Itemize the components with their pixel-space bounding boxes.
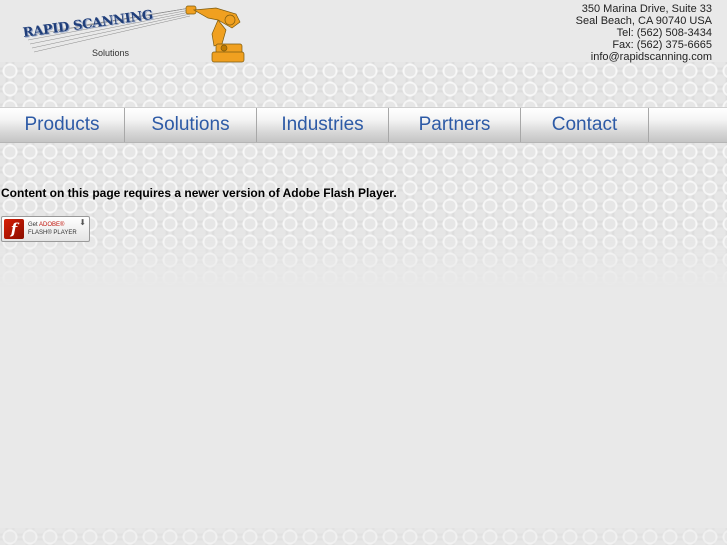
logo-subtitle: Solutions (92, 48, 130, 58)
address-tel: Tel: (562) 508-3434 (616, 27, 712, 39)
main-navigation: Products Solutions Industries Partners C… (0, 107, 727, 143)
background-pattern-bottom (0, 528, 727, 545)
get-flash-player-button[interactable]: f Get ADOBE® FLASH® PLAYER ⬇ (1, 216, 90, 242)
address-line-1: 350 Marina Drive, Suite 33 (581, 3, 712, 15)
background-pattern-middle (0, 143, 727, 288)
address-fax: Fax: (562) 375-6665 (612, 39, 712, 51)
flash-required-message: Content on this page requires a newer ve… (1, 186, 397, 200)
flash-badge-text: Get ADOBE® FLASH® PLAYER (28, 221, 77, 237)
flash-badge-product: FLASH® PLAYER (28, 230, 77, 236)
company-logo[interactable]: RAPID SCANNING Solutions (18, 4, 250, 66)
header: RAPID SCANNING Solutions 350 Marina Driv… (0, 0, 727, 63)
background-pattern-top (0, 62, 727, 107)
nav-item-industries[interactable]: Industries (257, 108, 389, 142)
contact-address: 350 Marina Drive, Suite 33 Seal Beach, C… (576, 3, 712, 63)
nav-item-contact[interactable]: Contact (521, 108, 649, 142)
address-line-2: Seal Beach, CA 90740 USA (575, 15, 712, 27)
nav-item-partners[interactable]: Partners (389, 108, 521, 142)
flash-player-icon: f (4, 219, 24, 239)
flash-badge-adobe: ADOBE® (39, 222, 65, 228)
address-email[interactable]: info@rapidscanning.com (576, 51, 712, 63)
nav-item-products[interactable]: Products (0, 108, 125, 142)
flash-badge-get: Get (28, 222, 38, 228)
download-arrow-icon: ⬇ (79, 218, 86, 227)
nav-item-solutions[interactable]: Solutions (125, 108, 257, 142)
